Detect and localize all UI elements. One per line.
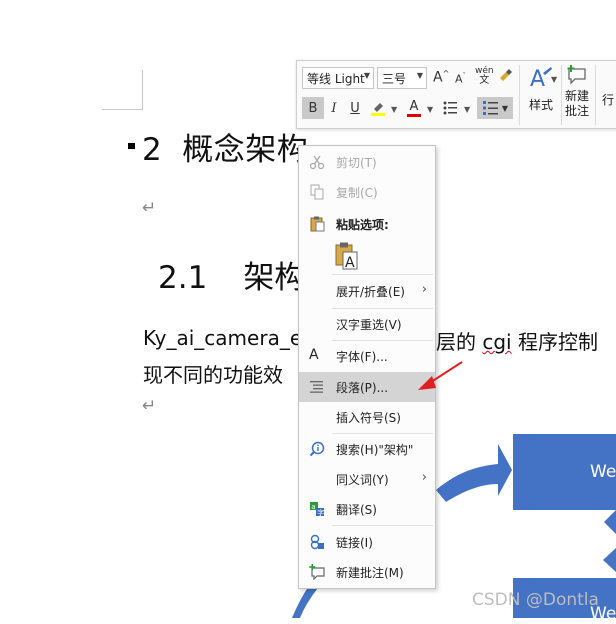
format-painter-icon[interactable]	[497, 67, 513, 87]
italic-button[interactable]: I	[323, 97, 345, 119]
font-color-swatch	[407, 113, 421, 117]
smart-lookup-icon	[309, 441, 327, 457]
menu-item-label: 段落(P)...	[336, 380, 389, 395]
svg-text:a: a	[311, 503, 315, 511]
svg-text:A: A	[345, 255, 355, 270]
menu-item-label: 展开/折叠(E)	[336, 284, 405, 299]
menu-item-insert-symbol[interactable]: 插入符号(S)	[299, 402, 435, 432]
menu-item-cut[interactable]: 剪切(T)	[299, 147, 435, 177]
new-comment-icon	[567, 65, 586, 85]
menu-item-label: 翻译(S)	[336, 502, 377, 517]
font-size-dropdown[interactable]: 三号 ▼	[377, 67, 427, 89]
font-name-dropdown[interactable]: 等线 Light ▼	[302, 67, 374, 89]
chevron-right-icon: ›	[421, 470, 427, 485]
svg-text:字: 字	[317, 508, 324, 517]
paste-text-only-icon: A	[335, 242, 358, 271]
menu-item-reconvert[interactable]: 汉字重选(V)	[299, 309, 435, 339]
phonetic-guide-icon[interactable]: wén 文	[475, 66, 494, 86]
chevron-down-icon[interactable]: ▼	[391, 105, 397, 114]
menu-separator	[332, 274, 433, 275]
line-spacing-button[interactable]: 行	[601, 91, 615, 108]
menu-item-label: 字体(F)...	[336, 349, 388, 364]
menu-separator	[332, 525, 433, 526]
menu-item-font[interactable]: A 字体(F)...	[299, 341, 435, 371]
link-icon	[309, 534, 327, 550]
diagram-box-1-text: We	[590, 462, 616, 482]
highlight-color-icon[interactable]	[367, 97, 389, 119]
curved-arrow-right	[436, 444, 512, 502]
menu-item-paste-options: 粘贴选项:	[299, 209, 435, 239]
shrink-font-icon[interactable]: Aˇ	[455, 72, 466, 86]
font-icon: A	[309, 347, 319, 363]
chevron-down-icon[interactable]: ▼	[427, 105, 433, 114]
paste-keep-text-only-button[interactable]: A	[335, 242, 361, 271]
context-menu: 剪切(T) 复制(C) 粘贴选项: A 展开/折叠(E) › 汉字重选(V) A…	[298, 145, 436, 589]
font-size-value: 三号	[382, 72, 407, 86]
bullet-list-icon[interactable]	[439, 97, 461, 119]
menu-item-link[interactable]: 链接(I)	[299, 527, 435, 557]
menu-item-label: 搜索(H)"架构"	[336, 442, 414, 457]
toolbar-separator	[519, 65, 520, 125]
menu-item-label: 新建批注(M)	[336, 565, 404, 580]
menu-item-search[interactable]: 搜索(H)"架构"	[299, 434, 435, 464]
translate-icon: a字	[309, 501, 327, 517]
new-comment-label-2: 批注	[564, 104, 589, 118]
underline-button[interactable]: U	[344, 97, 366, 119]
styles-label: 样式	[528, 98, 553, 112]
menu-item-label: 复制(C)	[336, 185, 378, 200]
menu-item-label: 插入符号(S)	[336, 410, 401, 425]
styles-button[interactable]: A 样式	[523, 65, 559, 113]
paragraph-icon	[309, 379, 327, 395]
bold-button[interactable]: B	[302, 97, 324, 119]
menu-item-synonyms[interactable]: 同义词(Y) ›	[299, 464, 435, 494]
toolbar-separator	[595, 65, 596, 125]
menu-item-label: 汉字重选(V)	[336, 317, 402, 332]
csdn-watermark: CSDN @Dontla	[472, 590, 599, 610]
new-comment-button[interactable]: 新建 批注	[562, 65, 592, 119]
menu-item-label: 剪切(T)	[336, 155, 377, 170]
arrow-head-down	[603, 548, 616, 572]
clipboard-icon	[309, 216, 327, 232]
menu-item-label: 链接(I)	[336, 535, 373, 550]
scissors-icon	[309, 154, 327, 170]
numbered-list-icon[interactable]: ▼	[477, 97, 513, 119]
chevron-down-icon[interactable]: ▼	[464, 105, 470, 114]
menu-item-copy[interactable]: 复制(C)	[299, 177, 435, 207]
font-color-button[interactable]: A	[403, 97, 425, 119]
new-comment-label-1: 新建	[564, 89, 589, 103]
menu-item-translate[interactable]: a字 翻译(S)	[299, 494, 435, 524]
menu-item-label: 同义词(Y)	[336, 472, 389, 487]
chevron-down-icon: ▼	[416, 71, 423, 80]
font-name-value: 等线 Light	[307, 72, 365, 86]
chevron-right-icon: ›	[421, 282, 427, 297]
menu-item-paragraph[interactable]: 段落(P)...	[299, 372, 435, 402]
arrow-head-up	[604, 510, 616, 534]
new-comment-icon	[309, 564, 327, 581]
menu-item-label: 粘贴选项:	[336, 217, 389, 232]
floating-mini-toolbar: 等线 Light ▼ 三号 ▼ A^ Aˇ wén 文 B I U ▼ A ▼ ▼…	[296, 60, 616, 129]
chevron-down-icon[interactable]: ▼	[551, 75, 557, 84]
chevron-down-icon: ▼	[363, 71, 370, 80]
menu-item-new-comment[interactable]: 新建批注(M)	[299, 557, 435, 587]
menu-item-expand-collapse[interactable]: 展开/折叠(E) ›	[299, 276, 435, 306]
grow-font-icon[interactable]: A^	[433, 69, 449, 86]
copy-icon	[309, 184, 327, 200]
svg-text:A: A	[530, 67, 545, 92]
